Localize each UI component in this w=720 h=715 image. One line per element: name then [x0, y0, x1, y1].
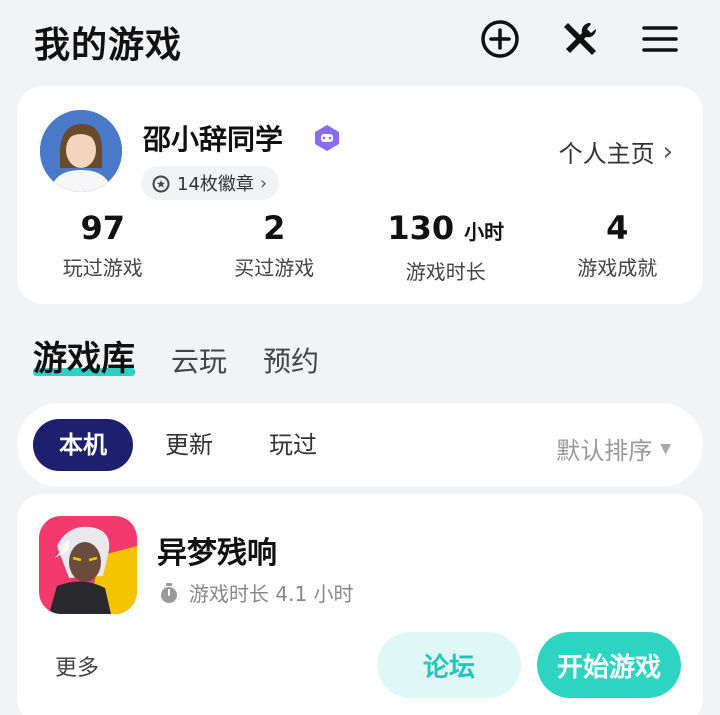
homepage-label: 个人主页	[558, 140, 655, 168]
stats-row: 97 玩过游戏 2 买过游戏 130 小时 游戏时长 4 游戏成就	[17, 206, 703, 286]
add-circle-icon[interactable]	[479, 18, 521, 60]
sort-label: 默认排序	[556, 437, 653, 465]
user-name: 邵小辞同学	[143, 123, 284, 156]
game-card: 异梦残响 游戏时长 4.1 小时 更多 论坛 开始游戏	[17, 494, 703, 715]
game-cover-icon[interactable]	[39, 516, 137, 614]
tab-reservations[interactable]: 预约	[263, 340, 319, 380]
menu-icon[interactable]	[639, 18, 681, 60]
game-title: 异梦残响	[157, 536, 277, 571]
badges-count: 14枚徽章	[177, 174, 254, 195]
medal-icon	[152, 175, 170, 193]
stat-label: 玩过游戏	[62, 256, 143, 280]
chevron-right-icon: ›	[259, 172, 268, 194]
stat-value: 4	[606, 209, 629, 247]
stat-label: 游戏成就	[577, 256, 658, 280]
filter-bar: 本机 更新 玩过 默认排序 ▼	[17, 403, 703, 487]
tab-cloud-play[interactable]: 云玩	[171, 340, 227, 380]
caret-down-icon: ▼	[660, 440, 671, 457]
more-button[interactable]: 更多	[55, 650, 99, 682]
avatar[interactable]	[40, 110, 122, 192]
stat-label: 买过游戏	[234, 256, 315, 280]
stopwatch-icon	[161, 582, 177, 603]
chevron-right-icon: ›	[662, 136, 673, 167]
stat-played[interactable]: 97 玩过游戏	[17, 206, 189, 286]
playtime-text: 游戏时长 4.1 小时	[189, 582, 354, 606]
page-title: 我的游戏	[34, 25, 183, 66]
stat-playtime[interactable]: 130 小时 游戏时长	[360, 206, 532, 286]
stat-achievements[interactable]: 4 游戏成就	[532, 206, 704, 286]
filter-played[interactable]: 玩过	[269, 419, 317, 471]
top-bar: 我的游戏	[0, 0, 720, 80]
stat-unit: 小时	[464, 220, 505, 244]
homepage-link[interactable]: 个人主页 ›	[559, 134, 673, 169]
filter-local[interactable]: 本机	[33, 419, 133, 471]
start-game-button[interactable]: 开始游戏	[537, 632, 681, 698]
stat-value: 2	[263, 209, 286, 247]
tab-library[interactable]: 游戏库	[33, 331, 135, 380]
tools-icon[interactable]	[559, 18, 601, 60]
vip-badge-icon	[313, 124, 341, 152]
badges-pill[interactable]: 14枚徽章 ›	[141, 166, 280, 200]
stat-value: 97	[80, 209, 126, 247]
stat-value: 130	[387, 209, 455, 247]
profile-card: 邵小辞同学 14枚徽章 › 个人主页 › 97 玩过游戏 2 买过游戏 130 小…	[17, 86, 703, 304]
tab-label: 游戏库	[33, 339, 135, 379]
stat-label: 游戏时长	[405, 260, 486, 284]
library-tabs: 游戏库 云玩 预约	[33, 330, 319, 380]
stat-bought[interactable]: 2 买过游戏	[189, 206, 361, 286]
sort-dropdown[interactable]: 默认排序 ▼	[556, 431, 671, 466]
filter-updates[interactable]: 更新	[165, 419, 213, 471]
forum-button[interactable]: 论坛	[377, 632, 521, 698]
game-playtime: 游戏时长 4.1 小时	[157, 578, 354, 607]
